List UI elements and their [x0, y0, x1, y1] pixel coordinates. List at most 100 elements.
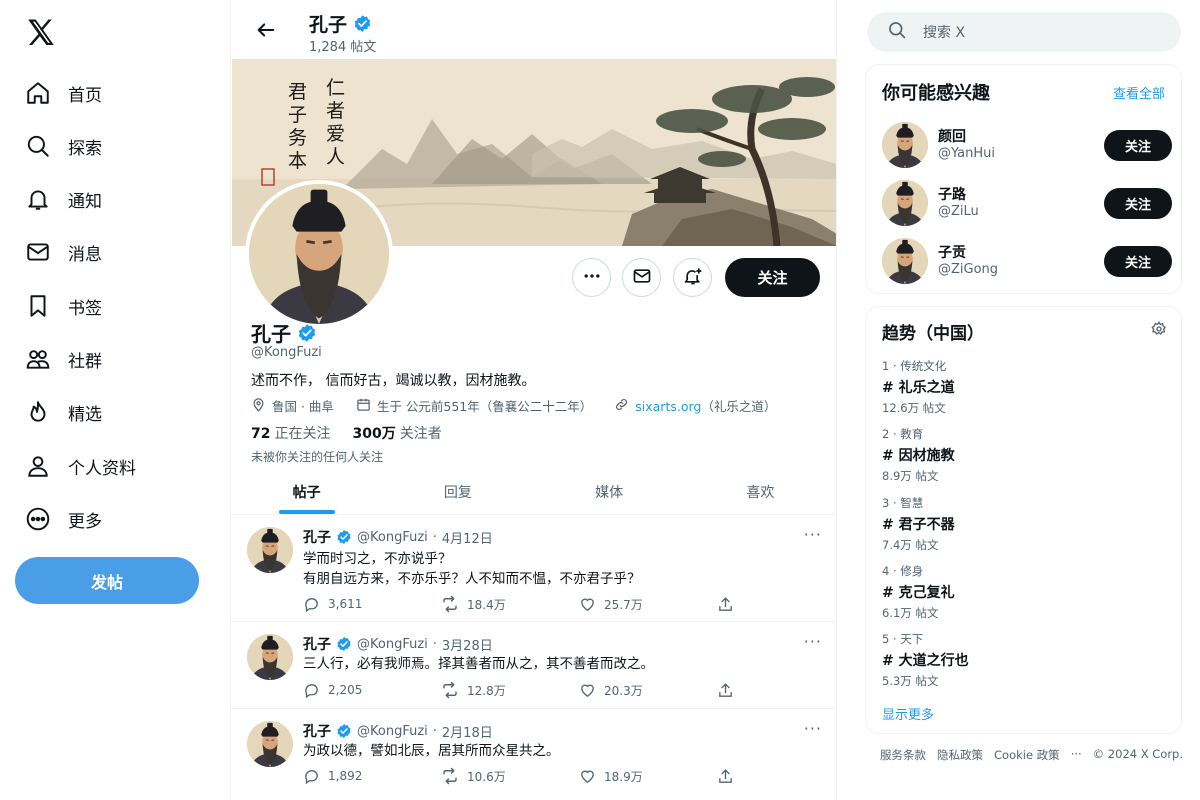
post-author-name[interactable]: 孔子 — [303, 721, 331, 741]
nav-item-explore[interactable]: 探索 — [14, 124, 214, 168]
nav-item-communities[interactable]: 社群 — [14, 337, 214, 381]
trend-tag[interactable]: # 君子不器 — [882, 514, 1172, 534]
suggested-user-name[interactable]: 颜回 — [938, 126, 966, 146]
avatar[interactable] — [882, 180, 928, 226]
like-count: 18.9万 — [604, 769, 643, 784]
avatar[interactable] — [882, 238, 928, 284]
post-item[interactable]: 孔子 @KongFuzi · 3月28日 ··· 三人行，必有我师焉。择其善者而… — [231, 622, 836, 709]
show-more-link[interactable]: 显示更多 — [882, 704, 934, 723]
footer-more-link[interactable]: ··· — [1071, 747, 1082, 763]
suggested-user[interactable]: 颜回 @YanHui 关注 — [882, 122, 1172, 170]
post-avatar[interactable] — [247, 721, 293, 767]
cookie-link[interactable]: Cookie 政策 — [994, 747, 1060, 763]
post-more-icon[interactable]: ··· — [804, 632, 822, 651]
suggested-user-name[interactable]: 子贡 — [938, 242, 966, 262]
tab-replies[interactable]: 回复 — [382, 470, 533, 514]
profile-avatar[interactable] — [245, 180, 393, 328]
more-circle-icon — [14, 506, 62, 532]
reply-button[interactable]: 3,611 — [303, 596, 441, 613]
nav-item-home[interactable]: 首页 — [14, 71, 214, 115]
nav-label-home: 首页 — [68, 85, 102, 106]
tab-media[interactable]: 媒体 — [534, 470, 685, 514]
nav-item-profile[interactable]: 个人资料 — [14, 444, 214, 488]
profile-bio: 述而不作， 信而好古，竭诚以教，因材施教。 — [251, 373, 536, 389]
follow-user-button[interactable]: 关注 — [1104, 188, 1172, 219]
repost-button[interactable]: 18.4万 — [441, 595, 579, 613]
back-arrow-icon[interactable] — [251, 16, 281, 44]
follow-user-button[interactable]: 关注 — [1104, 130, 1172, 161]
post-author-name[interactable]: 孔子 — [303, 527, 331, 547]
search-input[interactable]: 搜索 X — [923, 22, 965, 42]
post-button[interactable]: 发帖 — [15, 557, 199, 604]
repost-button[interactable]: 12.8万 — [441, 681, 579, 699]
search-box[interactable]: 搜索 X — [867, 12, 1181, 52]
nav-item-more[interactable]: 更多 — [14, 497, 214, 541]
follow-user-button[interactable]: 关注 — [1104, 246, 1172, 277]
followers-stat[interactable]: 300万 关注者 — [352, 423, 441, 443]
like-button[interactable]: 18.9万 — [579, 768, 717, 785]
reply-count: 1,892 — [328, 769, 363, 783]
avatar[interactable] — [882, 122, 928, 168]
like-button[interactable]: 20.3万 — [579, 682, 717, 699]
notify-button[interactable] — [673, 258, 712, 297]
post-author-name[interactable]: 孔子 — [303, 634, 331, 654]
nav-item-messages[interactable]: 消息 — [14, 230, 214, 274]
repost-button[interactable]: 10.6万 — [441, 767, 579, 785]
reply-button[interactable]: 2,205 — [303, 682, 441, 699]
post-item[interactable]: 孔子 @KongFuzi · 2月18日 ··· 为政以德，譬如北辰，居其所而众… — [231, 709, 836, 800]
post-author-handle[interactable]: @KongFuzi — [357, 637, 428, 652]
follow-button[interactable]: 关注 — [725, 258, 820, 297]
trend-item[interactable]: 2 · 教育 # 因材施教 8.9万 帖文 — [882, 426, 1172, 484]
post-more-icon[interactable]: ··· — [804, 719, 822, 738]
post-item[interactable]: 孔子 @KongFuzi · 4月12日 ··· 学而时习之，不亦说乎？ 有朋自… — [231, 515, 836, 622]
banner-calligraphy-left: 君子务本 — [288, 81, 308, 172]
nav-item-notifications[interactable]: 通知 — [14, 177, 214, 221]
trend-count: 5.3万 帖文 — [882, 674, 939, 688]
tab-posts[interactable]: 帖子 — [231, 470, 382, 514]
person-icon — [14, 453, 62, 479]
trend-tag[interactable]: # 克己复礼 — [882, 582, 1172, 602]
nav-label-featured: 精选 — [68, 404, 102, 425]
trend-item[interactable]: 1 · 传统文化 # 礼乐之道 12.6万 帖文 — [882, 358, 1172, 416]
banner-calligraphy-right: 仁者爱人 — [326, 77, 346, 168]
trend-item[interactable]: 5 · 天下 # 大道之行也 5.3万 帖文 — [882, 631, 1172, 689]
post-header: 孔子 @KongFuzi · 2月18日 — [303, 721, 493, 741]
search-icon — [14, 133, 62, 159]
share-button[interactable] — [717, 768, 734, 785]
nav-item-featured[interactable]: 精选 — [14, 390, 214, 434]
post-author-handle[interactable]: @KongFuzi — [357, 530, 428, 545]
message-button[interactable] — [622, 258, 661, 297]
more-options-button[interactable] — [572, 258, 611, 297]
privacy-link[interactable]: 隐私政策 — [937, 747, 983, 763]
share-icon — [719, 596, 732, 611]
share-icon — [719, 768, 732, 783]
post-date[interactable]: 4月12日 — [442, 528, 493, 547]
nav-item-bookmarks[interactable]: 书签 — [14, 284, 214, 328]
gear-icon[interactable] — [1151, 321, 1167, 341]
suggested-user[interactable]: 子路 @ZiLu 关注 — [882, 180, 1172, 228]
website-link[interactable]: sixarts.org — [635, 399, 701, 414]
suggested-user-name[interactable]: 子路 — [938, 184, 966, 204]
share-button[interactable] — [717, 596, 734, 613]
following-stat[interactable]: 72 正在关注 — [251, 423, 330, 443]
like-button[interactable]: 25.7万 — [579, 596, 717, 613]
share-button[interactable] — [717, 682, 734, 699]
see-all-link[interactable]: 查看全部 — [1113, 83, 1165, 102]
suggested-user[interactable]: 子贡 @ZiGong 关注 — [882, 238, 1172, 286]
trend-item[interactable]: 4 · 修身 # 克己复礼 6.1万 帖文 — [882, 563, 1172, 621]
tab-likes[interactable]: 喜欢 — [685, 470, 836, 514]
profile-meta: 鲁国 · 曲阜 生于 公元前551年（鲁襄公二十二年） sixarts.org（… — [251, 396, 798, 415]
post-author-handle[interactable]: @KongFuzi — [357, 724, 428, 739]
trend-item[interactable]: 3 · 智慧 # 君子不器 7.4万 帖文 — [882, 495, 1172, 553]
trend-tag[interactable]: # 因材施教 — [882, 445, 1172, 465]
post-date[interactable]: 3月28日 — [442, 635, 493, 654]
post-date[interactable]: 2月18日 — [442, 722, 493, 741]
trend-tag[interactable]: # 大道之行也 — [882, 650, 1172, 670]
post-avatar[interactable] — [247, 634, 293, 680]
post-avatar[interactable] — [247, 527, 293, 573]
terms-link[interactable]: 服务条款 — [880, 747, 926, 763]
reply-button[interactable]: 1,892 — [303, 768, 441, 785]
trend-tag[interactable]: # 礼乐之道 — [882, 377, 1172, 397]
post-more-icon[interactable]: ··· — [804, 525, 822, 544]
x-logo-icon[interactable] — [24, 16, 58, 50]
